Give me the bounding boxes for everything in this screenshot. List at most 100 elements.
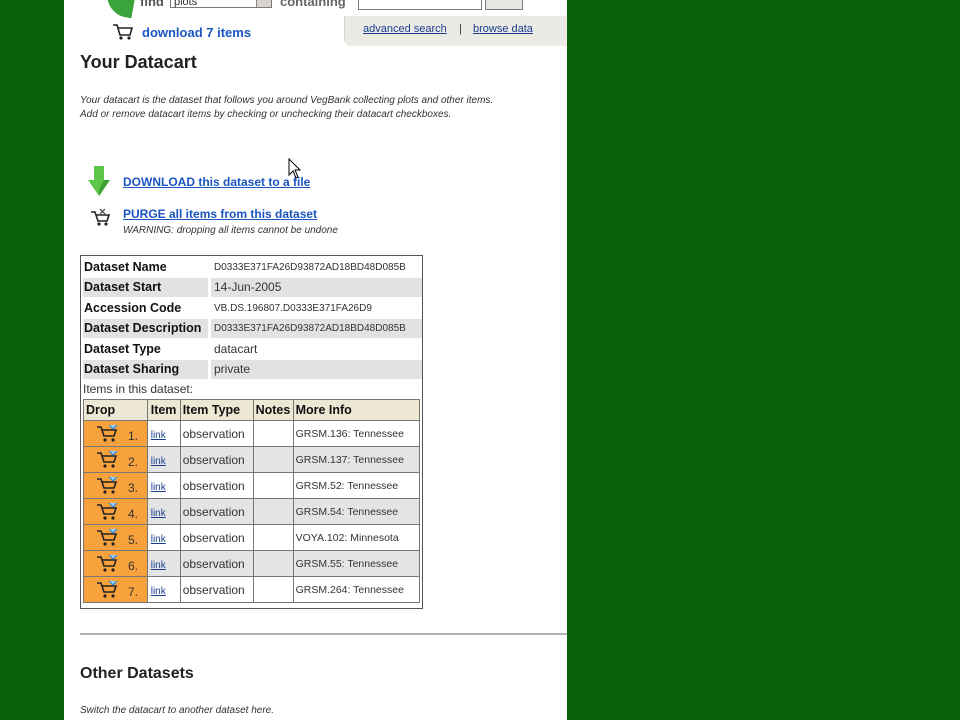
- other-datasets-title: Other Datasets: [80, 665, 194, 682]
- notes-cell: [252, 446, 294, 473]
- drop-cell[interactable]: 2.: [83, 446, 148, 473]
- item-link[interactable]: link: [151, 508, 166, 519]
- item-cell: link: [146, 550, 181, 577]
- intro-text-line-1: Your datacart is the dataset that follow…: [80, 95, 494, 106]
- item-number: 1.: [128, 429, 139, 443]
- item-link[interactable]: link: [151, 482, 166, 493]
- more-info-cell: GRSM.137: Tennessee: [292, 446, 421, 473]
- drop-cell[interactable]: 3.: [83, 472, 148, 499]
- items-table-header: Drop Item Item Type Notes More Info: [83, 399, 421, 421]
- find-select-value: plots: [174, 0, 198, 8]
- dataset-description-row: Dataset Description D0333E371FA26D93872A…: [83, 319, 422, 338]
- item-number: 7.: [128, 585, 139, 599]
- header-item: Item: [146, 399, 181, 421]
- drop-cell[interactable]: 6.: [83, 550, 148, 577]
- notes-cell: [252, 550, 294, 577]
- section-divider: [80, 633, 567, 635]
- items-table: Drop Item Item Type Notes More Info 1. li…: [83, 399, 421, 603]
- download-arrow-icon[interactable]: [88, 166, 110, 198]
- item-type-cell: observation: [179, 420, 254, 447]
- table-row: 5. link observation VOYA.102: Minnesota: [83, 524, 421, 551]
- accession-code-value: VB.DS.196807.D0333E371FA26D9: [214, 303, 372, 314]
- accession-code-label: Accession Code: [83, 299, 208, 318]
- item-link[interactable]: link: [151, 456, 166, 467]
- table-row: 1. link observation GRSM.136: Tennessee: [83, 420, 421, 447]
- item-number: 3.: [128, 481, 139, 495]
- more-info-cell: GRSM.55: Tennessee: [292, 550, 421, 577]
- drop-cart-icon[interactable]: [96, 581, 120, 599]
- dataset-name-label: Dataset Name: [83, 258, 208, 277]
- browser-page: find plots containing advanced search | …: [64, 0, 567, 720]
- drop-cart-icon[interactable]: [96, 503, 120, 521]
- item-type-cell: observation: [179, 550, 254, 577]
- mouse-cursor-icon: [288, 158, 302, 179]
- item-number: 4.: [128, 507, 139, 521]
- search-bar: find plots containing advanced search | …: [64, 0, 567, 46]
- drop-cart-icon[interactable]: [96, 555, 120, 573]
- drop-cart-icon[interactable]: [96, 529, 120, 547]
- drop-cell[interactable]: 5.: [83, 524, 148, 551]
- table-row: 6. link observation GRSM.55: Tennessee: [83, 550, 421, 577]
- notes-cell: [252, 420, 294, 447]
- download-items-link[interactable]: download 7 items: [113, 24, 251, 40]
- find-select[interactable]: plots: [170, 0, 272, 8]
- dataset-type-row: Dataset Type datacart: [83, 340, 420, 359]
- chevron-down-icon[interactable]: [256, 0, 271, 7]
- drop-cart-icon[interactable]: [96, 451, 120, 469]
- table-row: 7. link observation GRSM.264: Tennessee: [83, 576, 421, 603]
- header-more-info: More Info: [292, 399, 421, 421]
- page-title: Your Datacart: [80, 52, 197, 72]
- item-link[interactable]: link: [151, 430, 166, 441]
- dataset-start-value: 14-Jun-2005: [211, 278, 422, 297]
- drop-cart-icon[interactable]: [96, 477, 120, 495]
- drop-cell[interactable]: 7.: [83, 576, 148, 603]
- header-item-type: Item Type: [179, 399, 254, 421]
- dataset-start-label: Dataset Start: [83, 278, 208, 297]
- dataset-name-row: Dataset Name D0333E371FA26D93872AD18BD48…: [83, 258, 420, 277]
- notes-cell: [252, 498, 294, 525]
- notes-cell: [252, 472, 294, 499]
- dataset-type-label: Dataset Type: [83, 340, 208, 359]
- more-info-cell: VOYA.102: Minnesota: [292, 524, 421, 551]
- item-cell: link: [146, 498, 181, 525]
- purge-cart-icon[interactable]: [90, 208, 112, 228]
- dataset-sharing-row: Dataset Sharing private: [83, 360, 422, 379]
- browse-data-link[interactable]: browse data: [473, 23, 533, 35]
- dataset-type-value: datacart: [214, 342, 258, 356]
- item-link[interactable]: link: [151, 534, 166, 545]
- search-input[interactable]: [358, 0, 482, 10]
- table-row: 4. link observation GRSM.54: Tennessee: [83, 498, 421, 525]
- dataset-description-label: Dataset Description: [83, 319, 208, 338]
- more-info-cell: GRSM.264: Tennessee: [292, 576, 421, 603]
- go-button[interactable]: [485, 0, 523, 10]
- item-type-cell: observation: [179, 472, 254, 499]
- item-number: 6.: [128, 559, 139, 573]
- item-type-cell: observation: [179, 524, 254, 551]
- header-notes: Notes: [252, 399, 294, 421]
- item-number: 2.: [128, 455, 139, 469]
- notes-cell: [252, 524, 294, 551]
- item-link[interactable]: link: [151, 586, 166, 597]
- advanced-search-link[interactable]: advanced search: [363, 23, 447, 35]
- links-bar: advanced search | browse data: [344, 16, 567, 46]
- items-label: Items in this dataset:: [83, 382, 194, 396]
- item-cell: link: [146, 420, 181, 447]
- item-cell: link: [146, 524, 181, 551]
- drop-cart-icon[interactable]: [96, 425, 120, 443]
- more-info-cell: GRSM.54: Tennessee: [292, 498, 421, 525]
- header-drop: Drop: [83, 399, 148, 421]
- purge-dataset-link[interactable]: PURGE all items from this dataset: [123, 207, 317, 221]
- item-cell: link: [146, 576, 181, 603]
- drop-cell[interactable]: 1.: [83, 420, 148, 447]
- dataset-description-value: D0333E371FA26D93872AD18BD48D085B: [211, 319, 422, 338]
- find-label: find: [140, 0, 164, 9]
- vegbank-logo: [103, 0, 137, 19]
- dataset-start-row: Dataset Start 14-Jun-2005: [83, 278, 422, 297]
- download-dataset-link[interactable]: DOWNLOAD this dataset to a file: [123, 175, 310, 189]
- drop-cell[interactable]: 4.: [83, 498, 148, 525]
- table-row: 2. link observation GRSM.137: Tennessee: [83, 446, 421, 473]
- item-link[interactable]: link: [151, 560, 166, 571]
- table-row: 3. link observation GRSM.52: Tennessee: [83, 472, 421, 499]
- item-type-cell: observation: [179, 446, 254, 473]
- purge-warning-text: WARNING: dropping all items cannot be un…: [123, 225, 338, 236]
